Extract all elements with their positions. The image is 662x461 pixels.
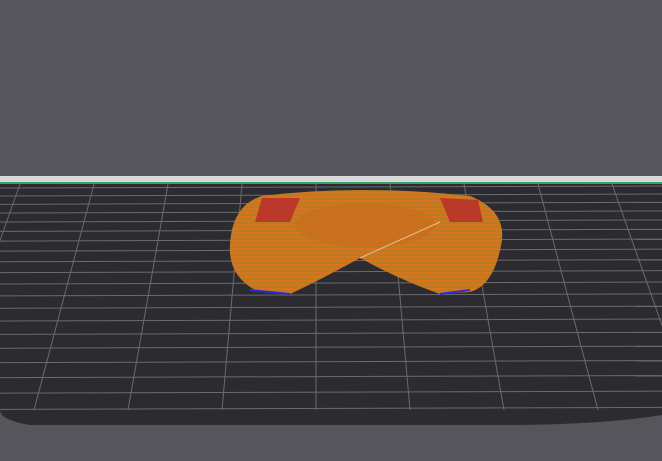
3d-viewport[interactable] (0, 0, 662, 461)
bed-accent-line (0, 182, 662, 184)
bed-edge (0, 176, 662, 182)
